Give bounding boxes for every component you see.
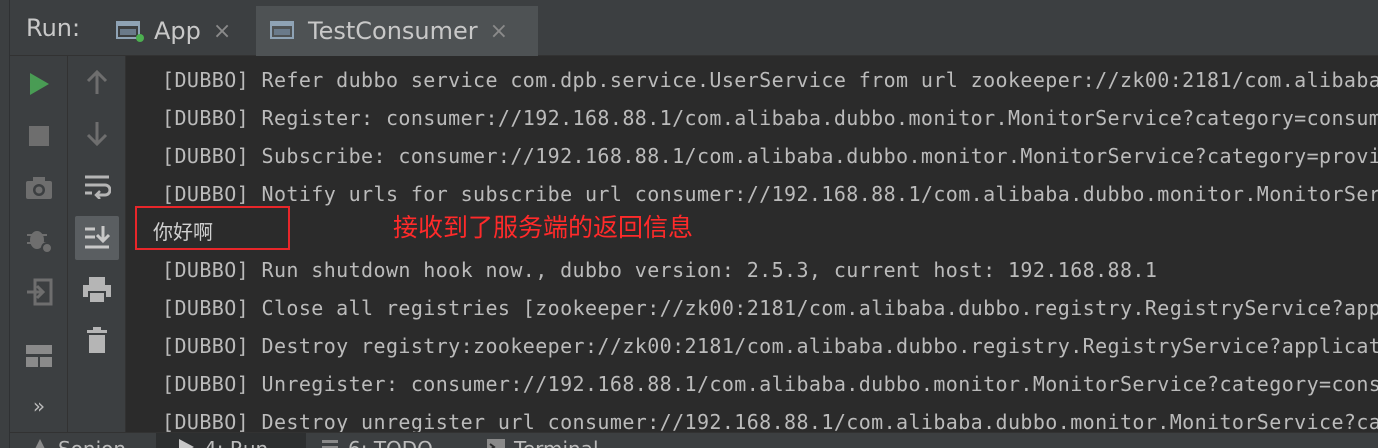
stop-icon — [29, 126, 49, 146]
tab-todo-label: 6: TODO — [348, 437, 433, 448]
tab-app[interactable]: App × — [102, 6, 256, 56]
console-line: [DUBBO] Run shutdown hook now., dubbo ve… — [162, 258, 1158, 282]
tab-terminal-label: Terminal — [514, 437, 599, 448]
tab-services-label: Sonion — [58, 437, 126, 448]
bottom-tool-tabs: Sonion 4: Run 6: TODO Terminal — [0, 432, 1378, 448]
tab-testconsumer-label: TestConsumer — [308, 17, 478, 45]
application-window-icon — [270, 20, 298, 42]
tab-run[interactable]: 4: Run — [156, 433, 306, 448]
application-window-icon — [116, 20, 144, 42]
run-toolbar-secondary — [68, 56, 126, 432]
soft-wrap-button[interactable] — [77, 166, 117, 206]
tab-app-label: App — [154, 17, 201, 45]
console-line: [DUBBO] Notify urls for subscribe url co… — [162, 182, 1378, 206]
screenshot-button[interactable] — [19, 168, 59, 208]
left-edge-strip — [0, 0, 10, 448]
down-arrow-icon — [86, 122, 108, 147]
debug-settings-button[interactable] — [19, 220, 59, 260]
scroll-to-end-button[interactable] — [75, 216, 119, 260]
tab-terminal[interactable]: Terminal — [486, 433, 599, 448]
run-icon — [30, 73, 49, 95]
run-toolbar-primary: » — [10, 56, 68, 432]
run-label: Run: — [26, 14, 81, 42]
console-line: [DUBBO] Unregister: consumer://192.168.8… — [162, 372, 1378, 396]
next-occurrence-button[interactable] — [77, 114, 117, 154]
console-line: [DUBBO] Close all registries [zookeeper:… — [162, 296, 1378, 320]
soft-wrap-icon — [85, 175, 111, 199]
print-icon — [83, 277, 111, 304]
todo-icon — [320, 437, 340, 448]
run-tool-window-header: Run: App × TestConsumer × — [0, 0, 1378, 56]
tab-services[interactable]: Sonion — [30, 433, 126, 448]
stop-button[interactable] — [19, 116, 59, 156]
up-arrow-icon — [86, 69, 108, 94]
console-output-hello: 你好啊 — [153, 220, 213, 244]
previous-occurrence-button[interactable] — [77, 62, 117, 102]
close-icon[interactable]: × — [213, 19, 231, 44]
more-icon[interactable]: » — [19, 386, 59, 426]
print-button[interactable] — [77, 270, 117, 310]
run-icon — [176, 437, 196, 448]
login-icon — [27, 278, 53, 306]
restore-layout-button[interactable] — [19, 272, 59, 312]
console-line: [DUBBO] Refer dubbo service com.dpb.serv… — [162, 68, 1378, 92]
console-line: [DUBBO] Subscribe: consumer://192.168.88… — [162, 144, 1378, 168]
close-icon[interactable]: × — [490, 19, 508, 44]
layout-button[interactable] — [19, 336, 59, 376]
rerun-button[interactable] — [19, 64, 59, 104]
console-line: [DUBBO] Register: consumer://192.168.88.… — [162, 106, 1378, 130]
camera-icon — [26, 177, 52, 199]
tab-run-label: 4: Run — [204, 437, 268, 448]
clear-all-button[interactable] — [77, 320, 117, 360]
scroll-to-end-icon — [85, 226, 111, 249]
services-icon — [30, 437, 50, 448]
console-line: [DUBBO] Destroy registry:zookeeper://zk0… — [162, 334, 1378, 358]
trash-icon — [87, 327, 107, 353]
tab-todo[interactable]: 6: TODO — [320, 433, 433, 448]
terminal-icon — [486, 437, 506, 448]
settings-bug-icon — [27, 231, 53, 254]
console-line: [DUBBO] Destroy unregister url consumer:… — [162, 410, 1378, 432]
annotation-text: 接收到了服务端的返回信息 — [393, 213, 694, 242]
console-output[interactable]: [DUBBO] Refer dubbo service com.dpb.serv… — [127, 56, 1378, 432]
tab-testconsumer[interactable]: TestConsumer × — [256, 6, 538, 56]
layout-icon — [26, 345, 52, 367]
